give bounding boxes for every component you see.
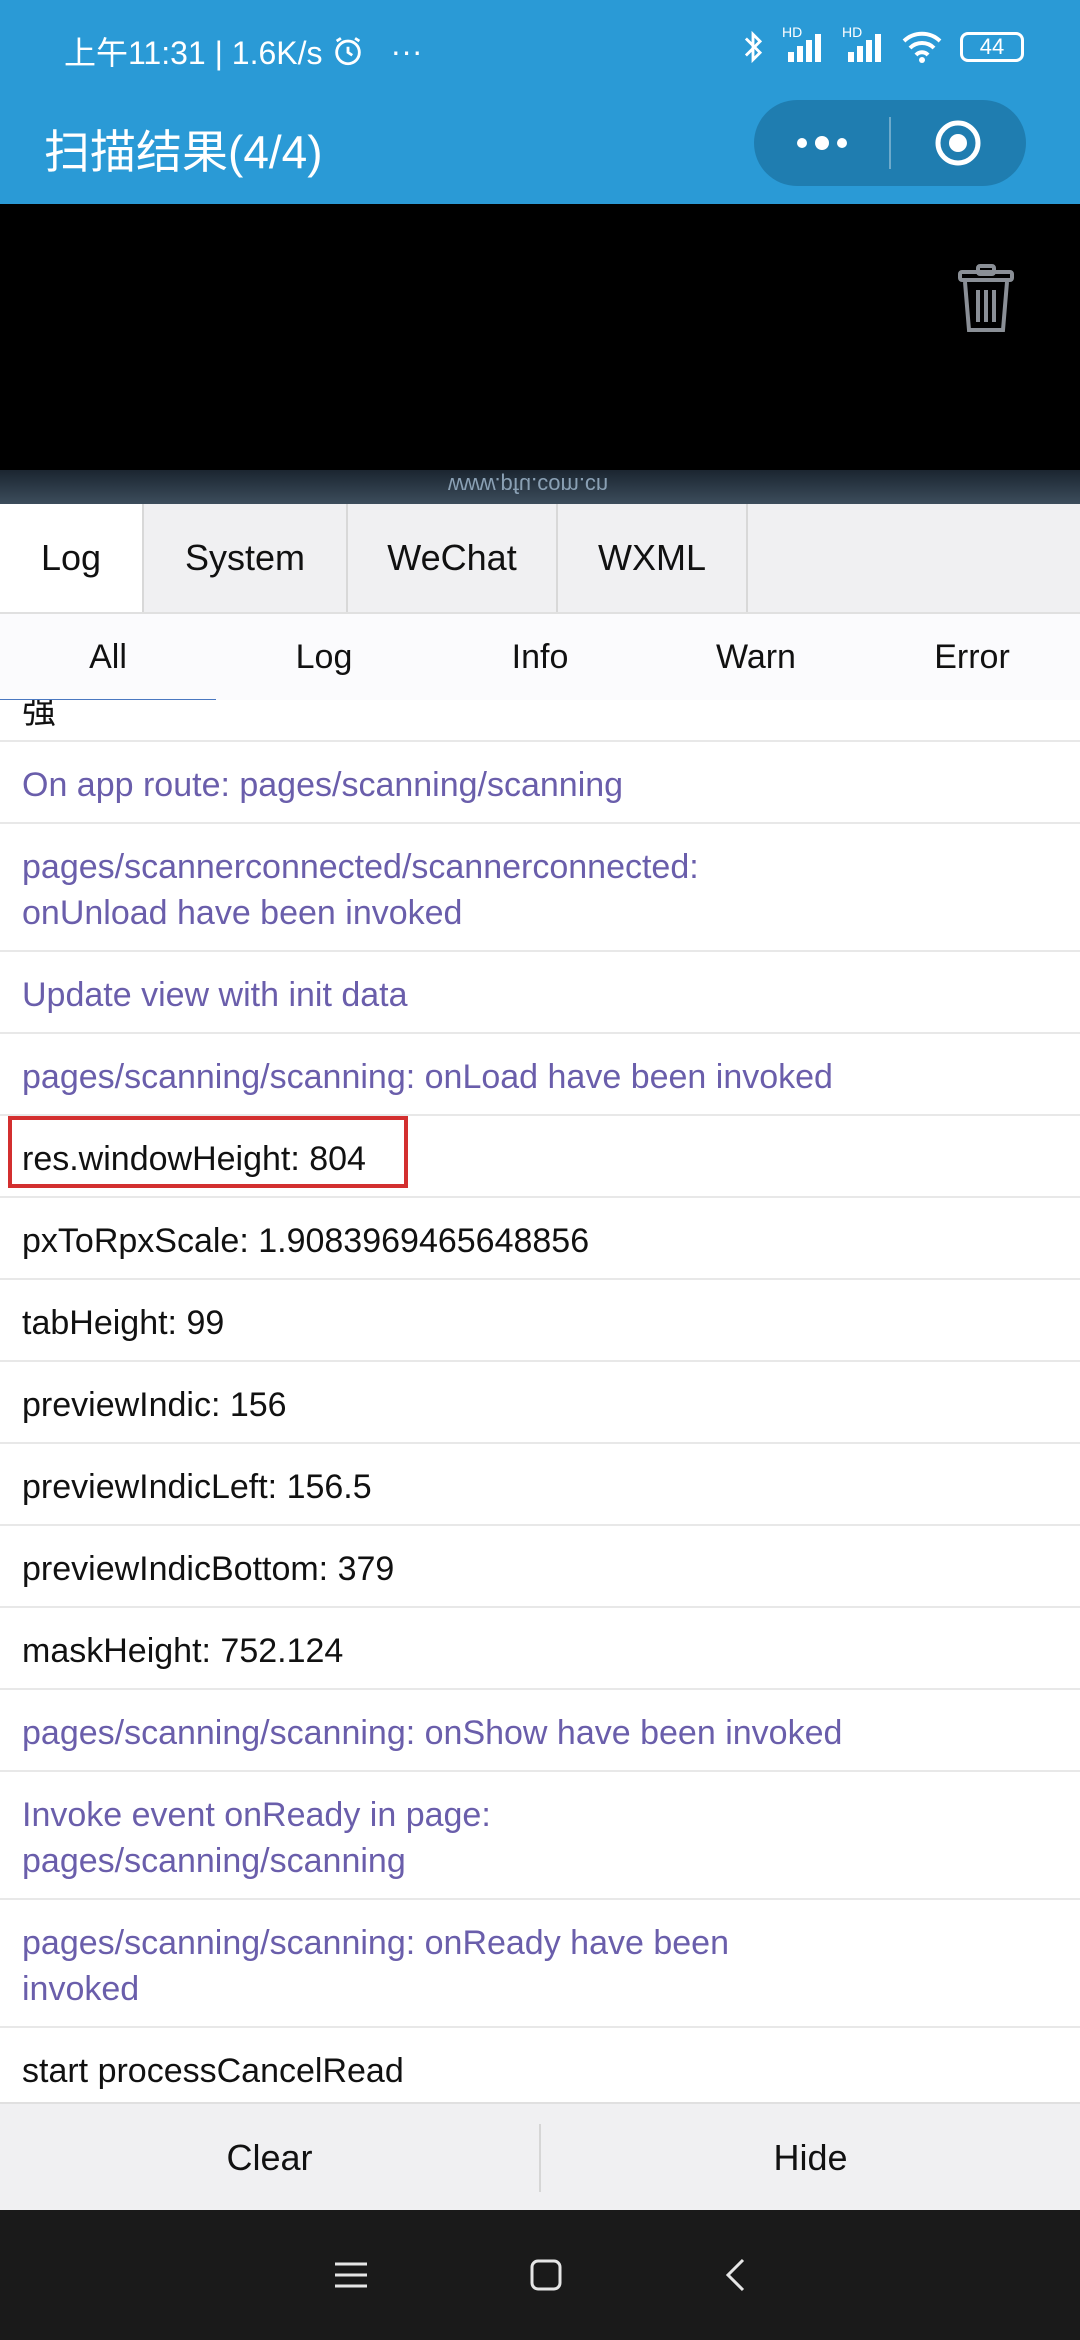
log-row: pages/scanning/scanning: onReady have be… bbox=[0, 1900, 1080, 2028]
mini-program-capsule bbox=[754, 100, 1026, 186]
hide-button[interactable]: Hide bbox=[541, 2104, 1080, 2212]
capsule-menu-button[interactable] bbox=[754, 100, 889, 186]
tab-wxml[interactable]: WXML bbox=[558, 504, 748, 612]
log-row-partial: 强 bbox=[0, 700, 1080, 742]
more-dots-icon bbox=[796, 136, 847, 150]
status-bar: 上午11:31 | 1.6K/s ··· HD HD 44 bbox=[0, 0, 1080, 100]
log-row: pxToRpxScale: 1.9083969465648856 bbox=[0, 1198, 1080, 1280]
trash-icon[interactable] bbox=[956, 264, 1016, 334]
battery-icon: 44 bbox=[960, 32, 1024, 62]
system-navigation-bar bbox=[0, 2210, 1080, 2340]
status-right: HD HD 44 bbox=[742, 24, 1024, 64]
preview-watermark: www.pfu.com.cn bbox=[448, 473, 609, 498]
bluetooth-icon bbox=[744, 30, 763, 64]
more-status-icon: ··· bbox=[390, 32, 423, 69]
log-filter-tabs: All Log Info Warn Error bbox=[0, 614, 1080, 702]
filter-error[interactable]: Error bbox=[864, 614, 1080, 700]
filter-warn[interactable]: Warn bbox=[648, 614, 864, 700]
alarm-icon bbox=[334, 37, 361, 66]
battery-level: 44 bbox=[979, 34, 1005, 59]
tab-wechat[interactable]: WeChat bbox=[348, 504, 558, 612]
log-row: previewIndicLeft: 156.5 bbox=[0, 1444, 1080, 1526]
filter-info[interactable]: Info bbox=[432, 614, 648, 700]
tab-system[interactable]: System bbox=[144, 504, 348, 612]
status-time-speed: 上午11:31 | 1.6K/s bbox=[64, 35, 323, 71]
filter-all[interactable]: All bbox=[0, 614, 216, 702]
capsule-close-button[interactable] bbox=[891, 100, 1026, 186]
log-list[interactable]: 强 On app route: pages/scanning/scanning … bbox=[0, 700, 1080, 2102]
tab-log[interactable]: Log bbox=[0, 504, 144, 612]
log-row: On app route: pages/scanning/scanning bbox=[0, 742, 1080, 824]
home-icon[interactable] bbox=[529, 2258, 563, 2292]
menu-icon[interactable] bbox=[333, 2260, 369, 2290]
nav-bar: 扫描结果(4/4) bbox=[0, 100, 1080, 204]
log-row: pages/scannerconnected/scannerconnected:… bbox=[22, 848, 699, 932]
signal-icon-2: HD bbox=[842, 24, 884, 64]
signal-icon-1: HD bbox=[782, 24, 824, 64]
log-row: Update view with init data bbox=[0, 952, 1080, 1034]
log-row: pages/scanning/scanning: onShow have bee… bbox=[0, 1690, 1080, 1772]
log-row: pages/scanning/scanning: onLoad have bee… bbox=[0, 1034, 1080, 1116]
log-row-highlighted: res.windowHeight: 804 bbox=[0, 1116, 1080, 1198]
console-actions: Clear Hide bbox=[0, 2102, 1080, 2212]
log-row: maskHeight: 752.124 bbox=[0, 1608, 1080, 1690]
wifi-icon bbox=[902, 31, 942, 63]
camera-preview bbox=[0, 204, 1080, 504]
back-icon[interactable] bbox=[723, 2257, 747, 2293]
close-target-icon bbox=[935, 120, 981, 166]
log-row: previewIndic: 156 bbox=[0, 1362, 1080, 1444]
log-row: previewIndicBottom: 379 bbox=[0, 1526, 1080, 1608]
clear-button[interactable]: Clear bbox=[0, 2104, 539, 2212]
log-row: start processCancelRead bbox=[22, 2052, 404, 2090]
console-tabs: Log System WeChat WXML bbox=[0, 504, 1080, 614]
log-row: Invoke event onReady in page: pages/scan… bbox=[0, 1772, 1080, 1900]
page-title: 扫描结果(4/4) bbox=[44, 126, 323, 178]
filter-log[interactable]: Log bbox=[216, 614, 432, 700]
log-row: tabHeight: 99 bbox=[0, 1280, 1080, 1362]
status-left: 上午11:31 | 1.6K/s ··· bbox=[64, 28, 423, 74]
